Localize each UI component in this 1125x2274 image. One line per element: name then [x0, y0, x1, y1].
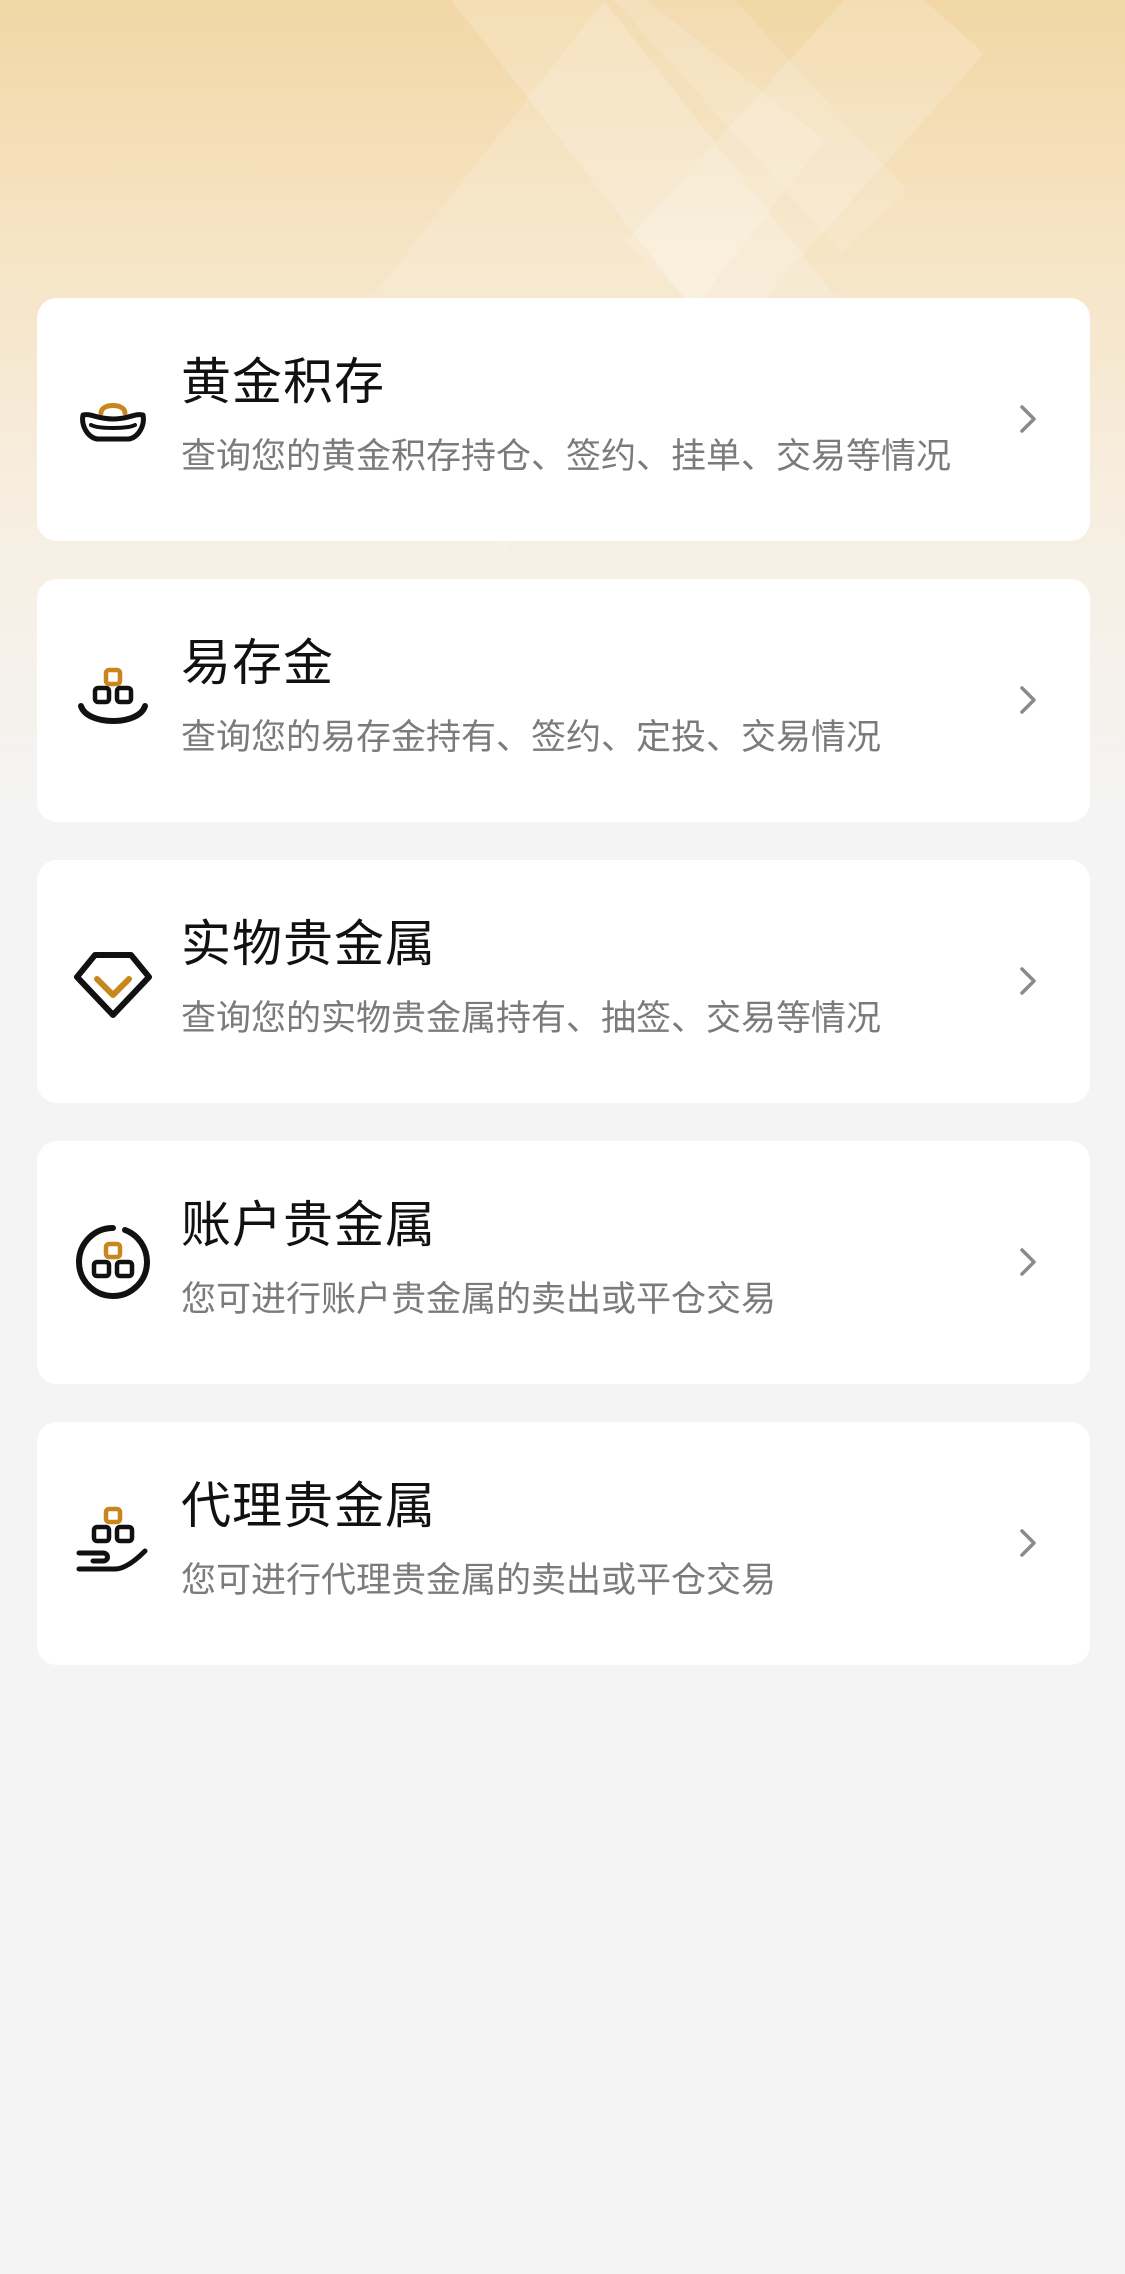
service-description: 您可进行账户贵金属的卖出或平仓交易 [181, 1280, 777, 1320]
chevron-right-icon [1008, 399, 1048, 439]
chevron-right-icon [1008, 961, 1048, 1001]
service-title: 实物贵金属 [181, 915, 436, 973]
service-title: 黄金积存 [181, 353, 385, 411]
hand-gold-bars-icon [73, 1503, 153, 1583]
service-card-agency-metal[interactable]: 代理贵金属 您可进行代理贵金属的卖出或平仓交易 [37, 1422, 1090, 1665]
service-card-gold-accumulation[interactable]: 黄金积存 查询您的黄金积存持仓、签约、挂单、交易等情况 [37, 298, 1090, 541]
service-description: 您可进行代理贵金属的卖出或平仓交易 [181, 1561, 777, 1601]
chevron-right-icon [1008, 1523, 1048, 1563]
account-gold-bars-icon [73, 1222, 153, 1302]
service-card-easy-gold[interactable]: 易存金 查询您的易存金持有、签约、定投、交易情况 [37, 579, 1090, 822]
gold-bars-stack-icon [73, 660, 153, 740]
diamond-icon [73, 941, 153, 1021]
service-list: 黄金积存 查询您的黄金积存持仓、签约、挂单、交易等情况 易存金 查询您的易存金持… [37, 298, 1090, 1703]
service-card-physical-metal[interactable]: 实物贵金属 查询您的实物贵金属持有、抽签、交易等情况 [37, 860, 1090, 1103]
service-title: 易存金 [181, 634, 334, 692]
chevron-right-icon [1008, 1242, 1048, 1282]
service-description: 查询您的黄金积存持仓、签约、挂单、交易等情况 [181, 437, 952, 477]
service-title: 账户贵金属 [181, 1196, 436, 1254]
gold-ingot-icon [73, 379, 153, 459]
chevron-right-icon [1008, 680, 1048, 720]
service-description: 查询您的实物贵金属持有、抽签、交易等情况 [181, 999, 882, 1039]
service-description: 查询您的易存金持有、签约、定投、交易情况 [181, 718, 882, 758]
service-title: 代理贵金属 [181, 1477, 436, 1535]
service-card-account-metal[interactable]: 账户贵金属 您可进行账户贵金属的卖出或平仓交易 [37, 1141, 1090, 1384]
